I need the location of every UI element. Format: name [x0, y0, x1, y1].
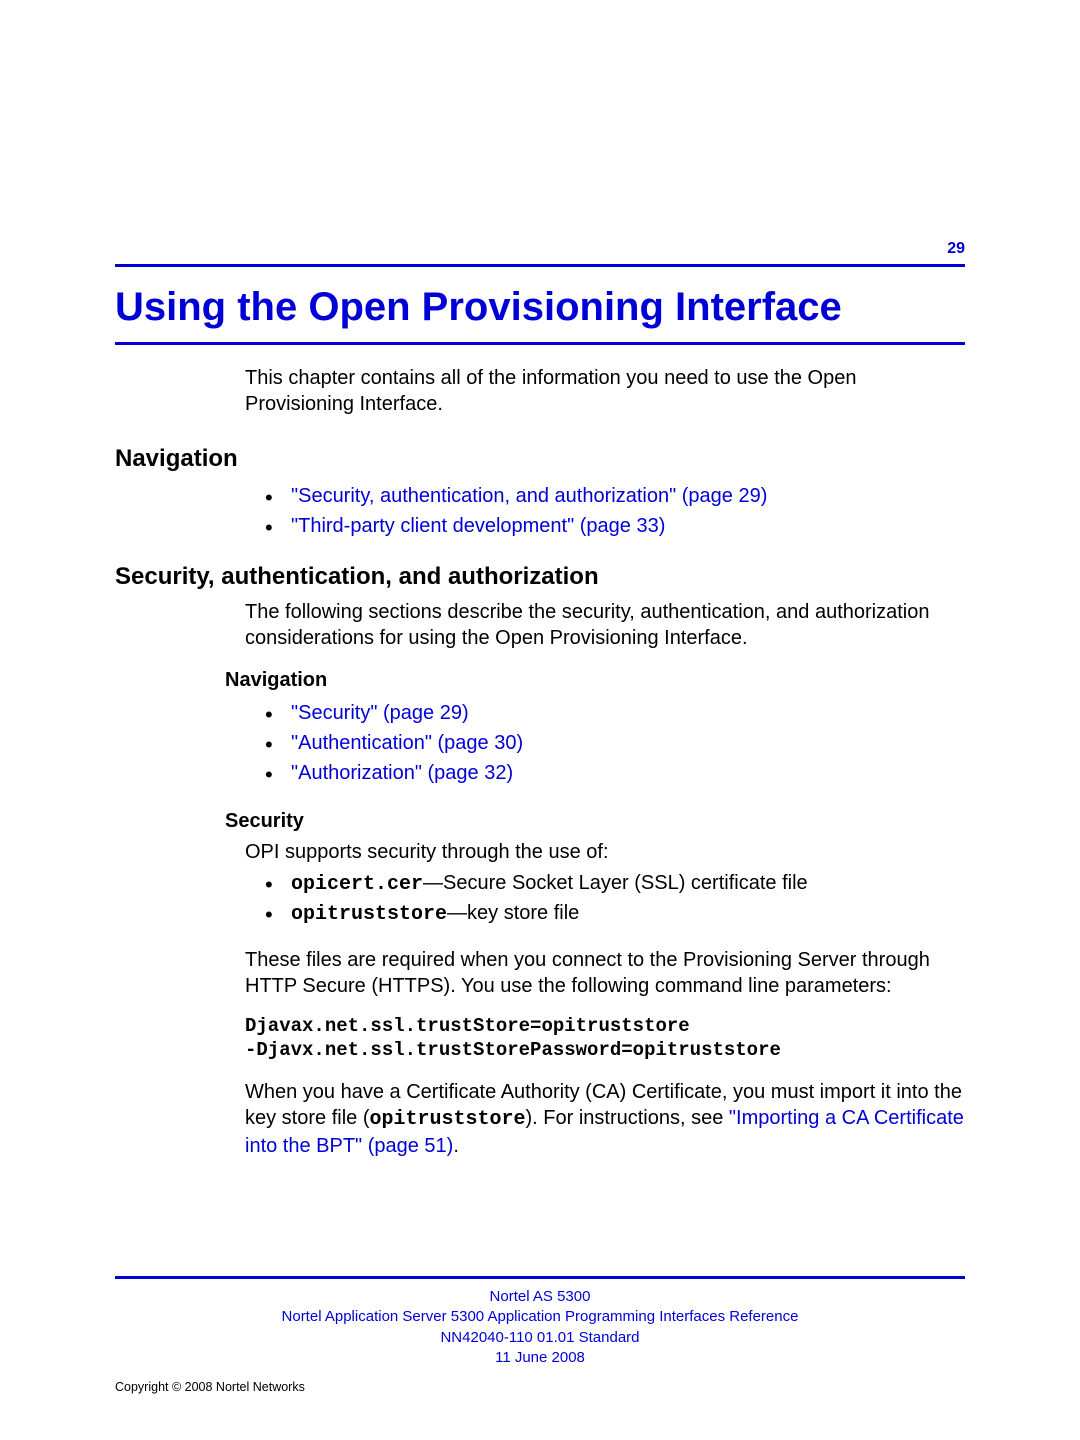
list-item: opitruststore—key store file — [265, 899, 965, 929]
command-line-1: Djavax.net.ssl.trustStore=opitruststore — [245, 1015, 965, 1037]
security-file-list: opicert.cer—Secure Socket Layer (SSL) ce… — [265, 869, 965, 929]
heading-navigation-sub: Navigation — [225, 669, 965, 692]
heading-navigation: Navigation — [115, 445, 965, 473]
security-para-ca: When you have a Certificate Authority (C… — [245, 1079, 965, 1159]
nav-list-sub: "Security" (page 29) "Authentication" (p… — [265, 698, 965, 788]
nav-list-top: "Security, authentication, and authoriza… — [265, 481, 965, 541]
link-text: "Authorization" (page 32) — [291, 762, 513, 784]
text: . — [453, 1135, 459, 1157]
command-line-2: -Djavx.net.ssl.trustStorePassword=opitru… — [245, 1039, 965, 1061]
heading-security-auth: Security, authentication, and authorizat… — [115, 563, 965, 591]
security-intro: OPI supports security through the use of… — [245, 839, 965, 865]
page: 29 Using the Open Provisioning Interface… — [0, 0, 1080, 1159]
rule-top — [115, 264, 965, 267]
chapter-intro: This chapter contains all of the informa… — [245, 365, 965, 417]
footer-line-1: Nortel AS 5300 — [115, 1287, 965, 1307]
rule-under-title — [115, 342, 965, 345]
list-item: opicert.cer—Secure Socket Layer (SSL) ce… — [265, 869, 965, 899]
footer-line-4: 11 June 2008 — [115, 1348, 965, 1368]
code-opitruststore-inline: opitruststore — [369, 1108, 525, 1131]
nav-link-security[interactable]: "Security" (page 29) — [265, 698, 965, 728]
page-footer: Nortel AS 5300 Nortel Application Server… — [115, 1276, 965, 1368]
nav-link-authentication[interactable]: "Authentication" (page 30) — [265, 728, 965, 758]
heading-security: Security — [225, 810, 965, 833]
link-text: "Security" (page 29) — [291, 702, 469, 724]
chapter-title: Using the Open Provisioning Interface — [115, 285, 965, 330]
rule-footer — [115, 1276, 965, 1279]
section-intro: The following sections describe the secu… — [245, 599, 965, 651]
link-text: "Security, authentication, and authoriza… — [291, 485, 767, 507]
nav-link-authorization[interactable]: "Authorization" (page 32) — [265, 758, 965, 788]
text: ). For instructions, see — [526, 1107, 729, 1129]
text: —Secure Socket Layer (SSL) certificate f… — [423, 872, 808, 894]
text: —key store file — [447, 902, 579, 924]
code-opicert: opicert.cer — [291, 873, 423, 896]
link-text: "Third-party client development" (page 3… — [291, 515, 665, 537]
nav-link-thirdparty[interactable]: "Third-party client development" (page 3… — [265, 511, 965, 541]
security-para-https: These files are required when you connec… — [245, 947, 965, 999]
footer-line-3: NN42040-110 01.01 Standard — [115, 1328, 965, 1348]
footer-line-2: Nortel Application Server 5300 Applicati… — [115, 1307, 965, 1327]
nav-link-security-auth[interactable]: "Security, authentication, and authoriza… — [265, 481, 965, 511]
footer-copyright: Copyright © 2008 Nortel Networks — [115, 1380, 305, 1394]
link-text: "Authentication" (page 30) — [291, 732, 523, 754]
page-number: 29 — [115, 240, 965, 258]
code-opitruststore: opitruststore — [291, 903, 447, 926]
